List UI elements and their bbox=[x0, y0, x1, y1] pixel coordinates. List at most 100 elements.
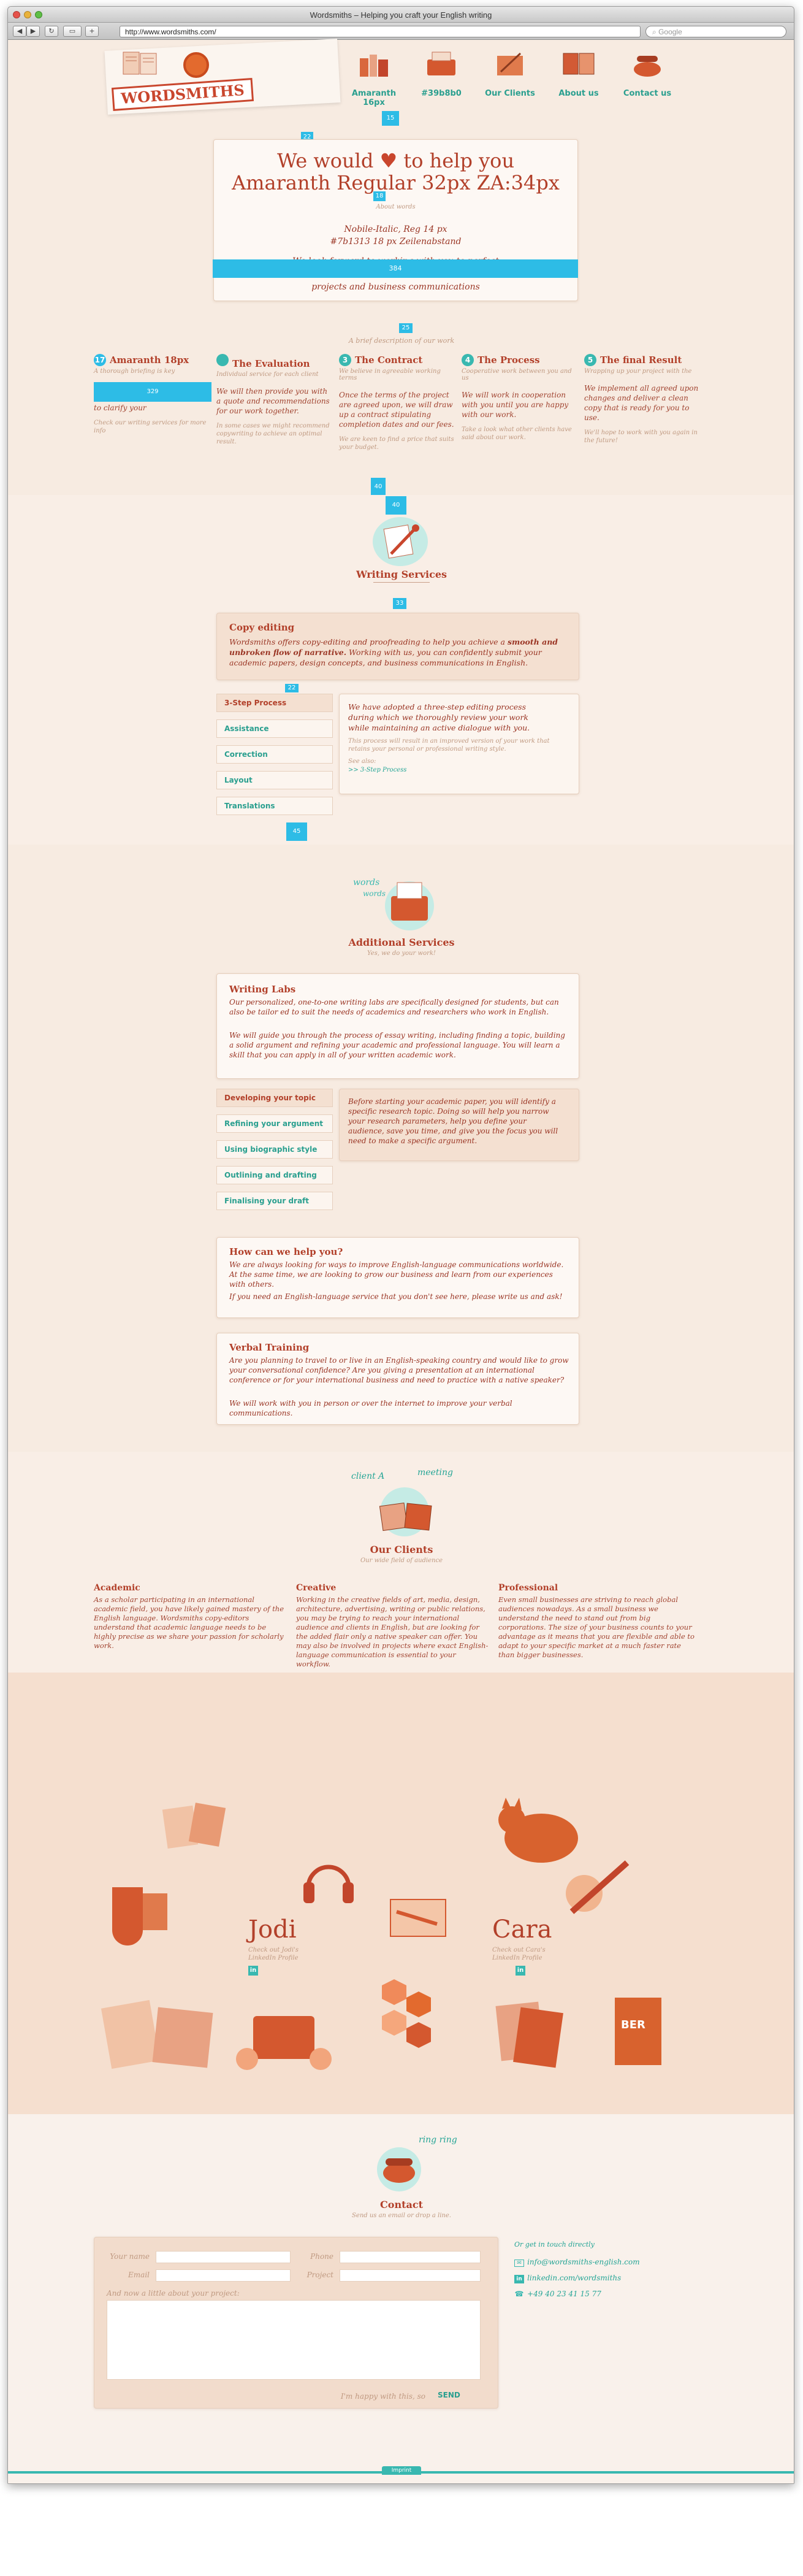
step-number: 17 bbox=[94, 354, 106, 366]
nav-item-contact[interactable]: Contact us bbox=[617, 41, 677, 102]
add-tab-icon[interactable]: + bbox=[85, 26, 99, 37]
clients-section: client A meeting Our Clients Our wide fi… bbox=[8, 1452, 794, 1673]
tab-finalising-draft[interactable]: Finalising your draft bbox=[216, 1192, 333, 1210]
tab-correction[interactable]: Correction bbox=[216, 745, 333, 764]
book-illustration bbox=[122, 48, 159, 83]
step-subtitle: Cooperative work between you and us bbox=[462, 368, 572, 381]
spacing-marker: 25 bbox=[399, 323, 413, 333]
linkedin-link[interactable]: linkedin.com/wordsmiths bbox=[527, 2274, 621, 2282]
telephone-illustration bbox=[368, 2139, 442, 2194]
step-text: to clarify your bbox=[94, 404, 147, 412]
step-footnote: In some cases we might recommend copywri… bbox=[216, 423, 330, 445]
intro-small-label: About words bbox=[376, 204, 416, 210]
card-title: Verbal Training bbox=[229, 1342, 310, 1353]
jodi-linkedin-link[interactable]: Check out Jodi's LinkedIn Profile bbox=[248, 1946, 310, 1962]
linkedin-icon[interactable]: in bbox=[248, 1966, 258, 1976]
card-title: How can we help you? bbox=[229, 1246, 343, 1257]
direct-contact-title: Or get in touch directly bbox=[514, 2241, 595, 2248]
measure-bar: 384 bbox=[213, 259, 578, 278]
step-number bbox=[216, 354, 229, 366]
step-1: 17 Amaranth 18px A thorough briefing is k… bbox=[94, 354, 211, 435]
section-title: Contact bbox=[380, 2199, 423, 2210]
tab-developing-topic[interactable]: Developing your topic bbox=[216, 1089, 333, 1107]
stamps-illustration bbox=[492, 1991, 566, 2077]
back-icon[interactable]: ◀ bbox=[13, 26, 26, 37]
forward-icon[interactable]: ▶ bbox=[26, 26, 40, 37]
rolling-pin-illustration bbox=[560, 1857, 633, 1918]
portrait-icon bbox=[561, 47, 596, 79]
books-icon bbox=[356, 47, 392, 79]
tab-layout[interactable]: Layout bbox=[216, 771, 333, 789]
card-text: We will work with you in person or over … bbox=[229, 1399, 512, 1417]
phone-input[interactable] bbox=[340, 2251, 481, 2263]
section-subtitle: Send us an email or drop a line. bbox=[352, 2212, 451, 2219]
tab-refining-argument[interactable]: Refining your argument bbox=[216, 1114, 333, 1133]
bookmarks-icon[interactable]: ▭ bbox=[63, 26, 82, 37]
step-title: The Evaluation bbox=[232, 358, 310, 369]
tab-assistance[interactable]: Assistance bbox=[216, 719, 333, 738]
step-4: 4 The Process Cooperative work between yo… bbox=[462, 354, 579, 442]
step-footnote[interactable]: Check our writing services for more info bbox=[94, 419, 211, 435]
email-link[interactable]: info@wordsmiths-english.com bbox=[527, 2258, 640, 2266]
phone-label: Phone bbox=[310, 2252, 333, 2261]
step-subtitle: We believe in agreeable working terms bbox=[339, 368, 441, 381]
font-spec-1: Nobile-Italic, Reg 14 px bbox=[344, 224, 447, 234]
cara-linkedin-link[interactable]: Check out Cara's LinkedIn Profile bbox=[492, 1946, 554, 1962]
nav-item-amaranth[interactable]: Amaranth 16px bbox=[344, 41, 404, 107]
heart-icon: ♥ bbox=[379, 149, 398, 172]
address-bar[interactable]: http://www.wordsmiths.com/ bbox=[120, 26, 641, 37]
site-header: WORDSMITHS Amaranth 16px #39b8b0 Our Cli… bbox=[8, 39, 794, 115]
step-number: 3 bbox=[339, 354, 351, 366]
nav-item-about[interactable]: About us bbox=[549, 41, 609, 102]
imprint-link[interactable]: Imprint bbox=[382, 2466, 421, 2475]
tab-biographic-style[interactable]: Using biographic style bbox=[216, 1140, 333, 1159]
name-input[interactable] bbox=[156, 2251, 291, 2263]
nav-item-39b8b0[interactable]: #39b8b0 bbox=[411, 41, 471, 102]
email-input[interactable] bbox=[156, 2269, 291, 2282]
linkedin-icon: in bbox=[514, 2275, 524, 2283]
card-text: Our personalized, one-to-one writing lab… bbox=[229, 998, 559, 1016]
person-name-cara: Cara bbox=[492, 1915, 552, 1944]
client-professional: Professional Even small businesses are s… bbox=[498, 1583, 695, 1660]
main-nav: Amaranth 16px #39b8b0 Our Clients About … bbox=[344, 41, 692, 107]
client-text: Working in the creative fields of art, m… bbox=[296, 1595, 489, 1668]
search-field[interactable]: ⌕ Google bbox=[645, 26, 786, 37]
see-also-link[interactable]: >> 3-Step Process bbox=[348, 767, 406, 773]
typewriter-icon bbox=[424, 47, 459, 79]
message-textarea[interactable] bbox=[107, 2300, 481, 2380]
step-text: Once the terms of the project are agreed… bbox=[339, 391, 454, 429]
message-label: And now a little about your project: bbox=[107, 2289, 240, 2298]
about-section: Jodi Check out Jodi's LinkedIn Profile i… bbox=[8, 1673, 794, 2114]
intro-caption: A brief description of our work bbox=[348, 337, 455, 345]
step-2: The Evaluation Individual service for ea… bbox=[216, 354, 334, 446]
reload-icon[interactable]: ↻ bbox=[45, 26, 58, 37]
tab-content-text: Before starting your academic paper, you… bbox=[348, 1097, 558, 1145]
project-input[interactable] bbox=[340, 2269, 481, 2282]
browser-toolbar: ◀ ▶ ↻ ▭ + http://www.wordsmiths.com/ ⌕ G… bbox=[8, 23, 794, 40]
nav-item-clients[interactable]: Our Clients bbox=[480, 41, 540, 102]
process-steps: 17 Amaranth 18px A thorough briefing is k… bbox=[94, 354, 707, 477]
tab-translations[interactable]: Translations bbox=[216, 797, 333, 815]
step-footnote[interactable]: Take a look what other clients have said… bbox=[462, 426, 579, 442]
step-footnote: We are keen to find a price that suits y… bbox=[339, 436, 454, 451]
tab-outlining-drafting[interactable]: Outlining and drafting bbox=[216, 1166, 333, 1184]
send-button[interactable]: SEND bbox=[438, 2391, 460, 2399]
rosette-icon bbox=[183, 52, 209, 78]
card-title: Writing Labs bbox=[229, 984, 296, 995]
step-subtitle: A thorough briefing is key bbox=[94, 368, 175, 375]
card-text: We are always looking for ways to improv… bbox=[229, 1260, 564, 1289]
contact-form: Your name Phone Email Project And now a … bbox=[94, 2237, 498, 2409]
tab-3-step-process[interactable]: 3-Step Process bbox=[216, 694, 333, 712]
font-spec-2: #7b1313 18 px Zeilenabstand bbox=[330, 237, 462, 247]
spacing-marker: 18 bbox=[373, 191, 386, 201]
browser-window: Wordsmiths – Helping you craft your Engl… bbox=[7, 6, 794, 2484]
mail-icon: ✉ bbox=[514, 2260, 524, 2267]
phone-number: +49 40 23 41 15 77 bbox=[527, 2290, 601, 2298]
copy-editing-card: Copy editing Wordsmiths offers copy-edit… bbox=[216, 613, 579, 680]
client-title: Creative bbox=[296, 1583, 337, 1593]
linkedin-icon[interactable]: in bbox=[516, 1966, 525, 1976]
spacing-marker: 40 bbox=[386, 496, 406, 515]
page: WORDSMITHS Amaranth 16px #39b8b0 Our Cli… bbox=[8, 39, 794, 2483]
book-illustration bbox=[388, 1893, 449, 1942]
client-academic: Academic As a scholar participating in a… bbox=[94, 1583, 290, 1650]
